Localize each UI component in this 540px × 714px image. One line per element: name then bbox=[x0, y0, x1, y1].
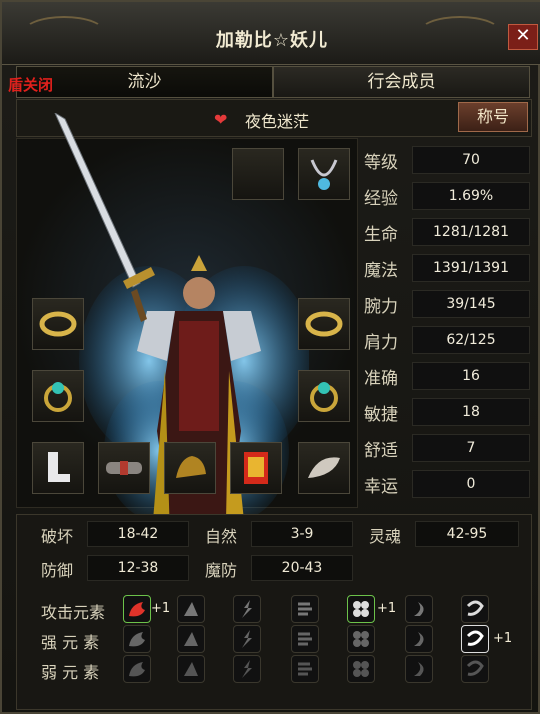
destroy-label: 破坏 bbox=[41, 527, 74, 546]
stat-row-exp: 经验 1.69% bbox=[360, 180, 530, 212]
stat-value: 7 bbox=[412, 434, 530, 462]
defense-value: 12-38 bbox=[87, 555, 189, 581]
slot-bracelet-right[interactable] bbox=[298, 298, 350, 350]
fire-element-icon[interactable] bbox=[123, 595, 151, 623]
dark-element-icon[interactable] bbox=[405, 625, 433, 653]
slot-belt[interactable] bbox=[98, 442, 150, 494]
heart-icon: ❤ bbox=[214, 110, 228, 129]
combat-panel: 破坏 18-42 自然 3-9 灵魂 42-95 防御 12-38 魔防 20-… bbox=[16, 514, 532, 710]
stat-value: 70 bbox=[412, 146, 530, 174]
tab-liusha[interactable]: 流沙 bbox=[16, 66, 273, 98]
slot-bracelet-left[interactable] bbox=[32, 298, 84, 350]
close-button[interactable]: ✕ bbox=[508, 24, 538, 50]
stat-row-agility: 敏捷 18 bbox=[360, 396, 530, 428]
stat-row-luck: 幸运 0 bbox=[360, 468, 530, 500]
slot-gloves[interactable] bbox=[164, 442, 216, 494]
stat-label: 敏捷 bbox=[364, 405, 398, 425]
light-element-icon[interactable] bbox=[461, 625, 489, 653]
attack-earth-bonus: +1 bbox=[377, 601, 397, 616]
stat-label: 肩力 bbox=[364, 333, 398, 353]
slot-talisman[interactable] bbox=[230, 442, 282, 494]
nature-label: 自然 bbox=[205, 527, 238, 546]
stat-value: 62/125 bbox=[412, 326, 530, 354]
water-element-icon[interactable] bbox=[291, 655, 319, 683]
slot-ring-right[interactable] bbox=[298, 370, 350, 422]
stat-label: 舒适 bbox=[364, 441, 398, 461]
fire-element-icon[interactable] bbox=[123, 625, 151, 653]
title-bar[interactable]: 加勒比☆妖儿 ✕ bbox=[2, 2, 540, 65]
stat-row-level: 等级 70 bbox=[360, 144, 530, 176]
light-element-icon[interactable] bbox=[461, 595, 489, 623]
nature-value: 3-9 bbox=[251, 521, 353, 547]
earth-element-icon[interactable] bbox=[347, 655, 375, 683]
stat-label: 幸运 bbox=[364, 477, 398, 497]
wind-element-icon[interactable] bbox=[177, 595, 205, 623]
slot-boots[interactable] bbox=[32, 442, 84, 494]
dark-element-icon[interactable] bbox=[405, 655, 433, 683]
stat-value: 1.69% bbox=[412, 182, 530, 210]
slot-shell[interactable] bbox=[298, 442, 350, 494]
water-element-icon[interactable] bbox=[291, 595, 319, 623]
slot-necklace[interactable] bbox=[298, 148, 350, 200]
wind-element-icon[interactable] bbox=[177, 625, 205, 653]
weak-element-label: 弱 元 素 bbox=[41, 663, 100, 682]
light-element-icon[interactable] bbox=[461, 655, 489, 683]
lightning-element-icon[interactable] bbox=[233, 595, 261, 623]
fire-element-icon[interactable] bbox=[123, 655, 151, 683]
slot-ring-left[interactable] bbox=[32, 370, 84, 422]
earth-element-icon[interactable] bbox=[347, 625, 375, 653]
water-element-icon[interactable] bbox=[291, 625, 319, 653]
slot-costume[interactable] bbox=[232, 148, 284, 200]
tab-guild-members[interactable]: 行会成员 bbox=[273, 66, 530, 98]
tab-bar: 流沙 行会成员 bbox=[16, 66, 530, 98]
lightning-element-icon[interactable] bbox=[233, 625, 261, 653]
strong-element-label: 强 元 素 bbox=[41, 633, 100, 652]
stat-row-accuracy: 准确 16 bbox=[360, 360, 530, 392]
character-window: 加勒比☆妖儿 ✕ 流沙 行会成员 盾关闭 ❤ 夜色迷茫 称号 等级 70 经验 … bbox=[0, 0, 540, 714]
destroy-value: 18-42 bbox=[87, 521, 189, 547]
window-title: 加勒比☆妖儿 bbox=[215, 30, 329, 51]
stat-label: 生命 bbox=[364, 225, 398, 245]
defense-label: 防御 bbox=[41, 561, 74, 580]
stat-value: 1281/1281 bbox=[412, 218, 530, 246]
magic-defense-label: 魔防 bbox=[205, 561, 238, 580]
stat-label: 腕力 bbox=[364, 297, 398, 317]
magic-defense-value: 20-43 bbox=[251, 555, 353, 581]
stat-label: 经验 bbox=[364, 189, 398, 209]
stat-row-wrist: 腕力 39/145 bbox=[360, 288, 530, 320]
stat-label: 等级 bbox=[364, 153, 398, 173]
stat-row-mp: 魔法 1391/1391 bbox=[360, 252, 530, 284]
stat-value: 39/145 bbox=[412, 290, 530, 318]
attack-fire-bonus: +1 bbox=[151, 601, 171, 616]
stat-label: 准确 bbox=[364, 369, 398, 389]
soul-value: 42-95 bbox=[415, 521, 519, 547]
soul-label: 灵魂 bbox=[369, 527, 402, 546]
stat-value: 1391/1391 bbox=[412, 254, 530, 282]
lightning-element-icon[interactable] bbox=[233, 655, 261, 683]
stat-value: 18 bbox=[412, 398, 530, 426]
wind-element-icon[interactable] bbox=[177, 655, 205, 683]
strong-light-bonus: +1 bbox=[493, 631, 513, 646]
stat-row-shoulder: 肩力 62/125 bbox=[360, 324, 530, 356]
player-name: 夜色迷茫 bbox=[245, 112, 310, 131]
stat-row-hp: 生命 1281/1281 bbox=[360, 216, 530, 248]
overlay-label[interactable]: 盾关闭 bbox=[8, 74, 53, 95]
stat-value: 0 bbox=[412, 470, 530, 498]
title-button[interactable]: 称号 bbox=[458, 102, 528, 132]
stat-value: 16 bbox=[412, 362, 530, 390]
stat-row-comfort: 舒适 7 bbox=[360, 432, 530, 464]
stat-label: 魔法 bbox=[364, 261, 398, 281]
dark-element-icon[interactable] bbox=[405, 595, 433, 623]
attack-element-label: 攻击元素 bbox=[41, 603, 106, 622]
earth-element-icon[interactable] bbox=[347, 595, 375, 623]
